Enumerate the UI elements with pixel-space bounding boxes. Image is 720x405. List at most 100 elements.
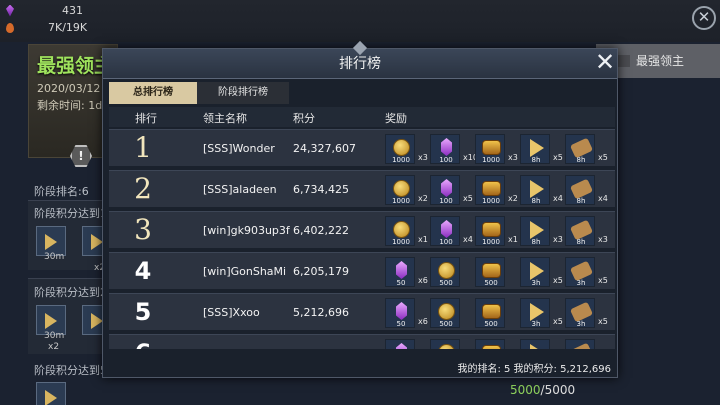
table-row[interactable]: 6: [109, 334, 615, 349]
reward-multiplier: x6: [418, 276, 428, 285]
progress-total: /5000: [540, 383, 576, 397]
table-row[interactable]: 2 [SSS]aladeen 6,734,425 1000 x2 100 x5 1000 x2 8…: [109, 170, 615, 207]
reward-amount: 100: [439, 156, 453, 164]
reward-item[interactable]: [475, 339, 505, 349]
reward-item[interactable]: 500: [475, 298, 505, 328]
reward-multiplier: x4: [463, 235, 473, 244]
lord-score: 6,402,222: [293, 224, 349, 237]
lord-score: 5,212,696: [293, 306, 349, 319]
item-duration: 30m: [44, 252, 65, 262]
close-icon[interactable]: ✕: [593, 50, 617, 75]
table-header: 排行 领主名称 积分 奖励: [109, 107, 615, 127]
chest-icon: [482, 263, 501, 278]
reward-amount: 3h: [531, 320, 541, 328]
reward-item[interactable]: 50 x6: [385, 298, 428, 328]
top-resource-bar: [0, 0, 720, 42]
table-row[interactable]: 3 [win]gk903up3f 6,402,222 1000 x1 100 x4 1000 x…: [109, 211, 615, 248]
lord-name: [SSS]aladeen: [203, 183, 277, 196]
scroll-icon[interactable]: [82, 226, 104, 256]
reward-multiplier: x4: [598, 194, 608, 203]
coin-icon: [393, 180, 410, 197]
reward-amount: 1000: [482, 197, 500, 205]
lord-score: 6,734,425: [293, 183, 349, 196]
reward-item[interactable]: 100 x4: [430, 216, 473, 246]
milestone-label: 阶段积分达到1: [34, 207, 107, 220]
reward-item[interactable]: 1000 x2: [475, 175, 518, 205]
reward-item[interactable]: 8h x3: [520, 216, 563, 246]
header-reward: 奖励: [385, 112, 407, 125]
reward-item[interactable]: 8h x3: [565, 216, 608, 246]
reward-item[interactable]: [565, 339, 595, 349]
tab-stage-ranking[interactable]: 阶段排行榜: [197, 82, 289, 104]
scroll-icon[interactable]: [82, 305, 104, 335]
reward-item[interactable]: 8h x4: [565, 175, 608, 205]
progress-current: 5000: [510, 383, 541, 397]
table-row[interactable]: 4 [win]GonShaMi 6,205,179 50 x6 500 500 3h x5 3h x…: [109, 252, 615, 289]
coin-icon: [438, 262, 455, 279]
reward-amount: 100: [439, 238, 453, 246]
reward-item[interactable]: [430, 339, 460, 349]
reward-item[interactable]: 100 x10: [430, 134, 478, 164]
reward-item[interactable]: 500: [430, 298, 460, 328]
reward-amount: 1000: [482, 238, 500, 246]
reward-amount: 1000: [482, 156, 500, 164]
reward-multiplier: x6: [418, 317, 428, 326]
gem-icon: [396, 302, 407, 320]
reward-item[interactable]: 1000 x3: [385, 134, 428, 164]
stage-progress: 5000/5000: [510, 383, 575, 397]
speedup-icon: [530, 344, 544, 349]
tab-total-ranking[interactable]: 总排行榜: [109, 82, 197, 104]
reward-item[interactable]: 1000 x1: [475, 216, 518, 246]
reward-item[interactable]: 1000 x1: [385, 216, 428, 246]
reward-multiplier: x5: [553, 153, 563, 162]
chest-icon: [482, 140, 501, 155]
milestone-label: 阶段积分达到5: [34, 364, 107, 377]
reward-multiplier: x4: [553, 194, 563, 203]
reward-item[interactable]: 3h x5: [520, 298, 563, 328]
table-row[interactable]: 5 [SSS]Xxoo 5,212,696 50 x6 500 500 3h x5 3h x5: [109, 293, 615, 330]
chest-icon: [482, 181, 501, 196]
reward-item[interactable]: 1000 x3: [475, 134, 518, 164]
modal-title: 排行榜: [339, 56, 381, 72]
rank-number: 2: [134, 172, 152, 205]
gem-resource: 431: [6, 4, 83, 17]
table-row[interactable]: 1 [SSS]Wonder 24,327,607 1000 x3 100 x10 1000 x3…: [109, 129, 615, 166]
gem-count: 431: [62, 4, 83, 17]
event-date: 2020/03/12: [37, 82, 101, 95]
coin-icon: [438, 344, 455, 349]
reward-item[interactable]: [520, 339, 550, 349]
reward-item[interactable]: 3h x5: [565, 257, 608, 287]
reward-item[interactable]: 100 x5: [430, 175, 473, 205]
ranking-list[interactable]: 1 [SSS]Wonder 24,327,607 1000 x3 100 x10 1000 x3…: [109, 129, 615, 349]
coin-icon: [438, 303, 455, 320]
reward-item[interactable]: 50 x6: [385, 257, 428, 287]
reward-multiplier: x1: [508, 235, 518, 244]
reward-item[interactable]: 8h x5: [565, 134, 608, 164]
speedup-icon[interactable]: [36, 382, 66, 405]
reward-multiplier: x5: [598, 317, 608, 326]
reward-item[interactable]: 8h x5: [520, 134, 563, 164]
troop-count: 7K/19K: [48, 21, 88, 34]
item-duration: 30m: [44, 331, 65, 341]
reward-item[interactable]: 1000 x2: [385, 175, 428, 205]
coin-icon: [393, 139, 410, 156]
reward-item[interactable]: 500: [430, 257, 460, 287]
scroll-icon: [569, 342, 594, 349]
lord-name: [SSS]Wonder: [203, 142, 275, 155]
reward-item[interactable]: [385, 339, 415, 349]
lord-score: 6,205,179: [293, 265, 349, 278]
speedup-icon: [530, 221, 544, 239]
close-event-icon[interactable]: ✕: [692, 6, 716, 30]
reward-item[interactable]: 3h x5: [520, 257, 563, 287]
reward-amount: 1000: [392, 156, 410, 164]
reward-item[interactable]: 8h x4: [520, 175, 563, 205]
reward-multiplier: x3: [508, 153, 518, 162]
reward-item[interactable]: 500: [475, 257, 505, 287]
event-remaining: 剩余时间: 1d: [37, 99, 103, 112]
rank-number: 4: [134, 257, 152, 285]
lord-name: [SSS]Xxoo: [203, 306, 260, 319]
reward-amount: 1000: [392, 197, 410, 205]
reward-multiplier: x5: [598, 276, 608, 285]
chest-icon: [482, 304, 501, 319]
reward-item[interactable]: 3h x5: [565, 298, 608, 328]
